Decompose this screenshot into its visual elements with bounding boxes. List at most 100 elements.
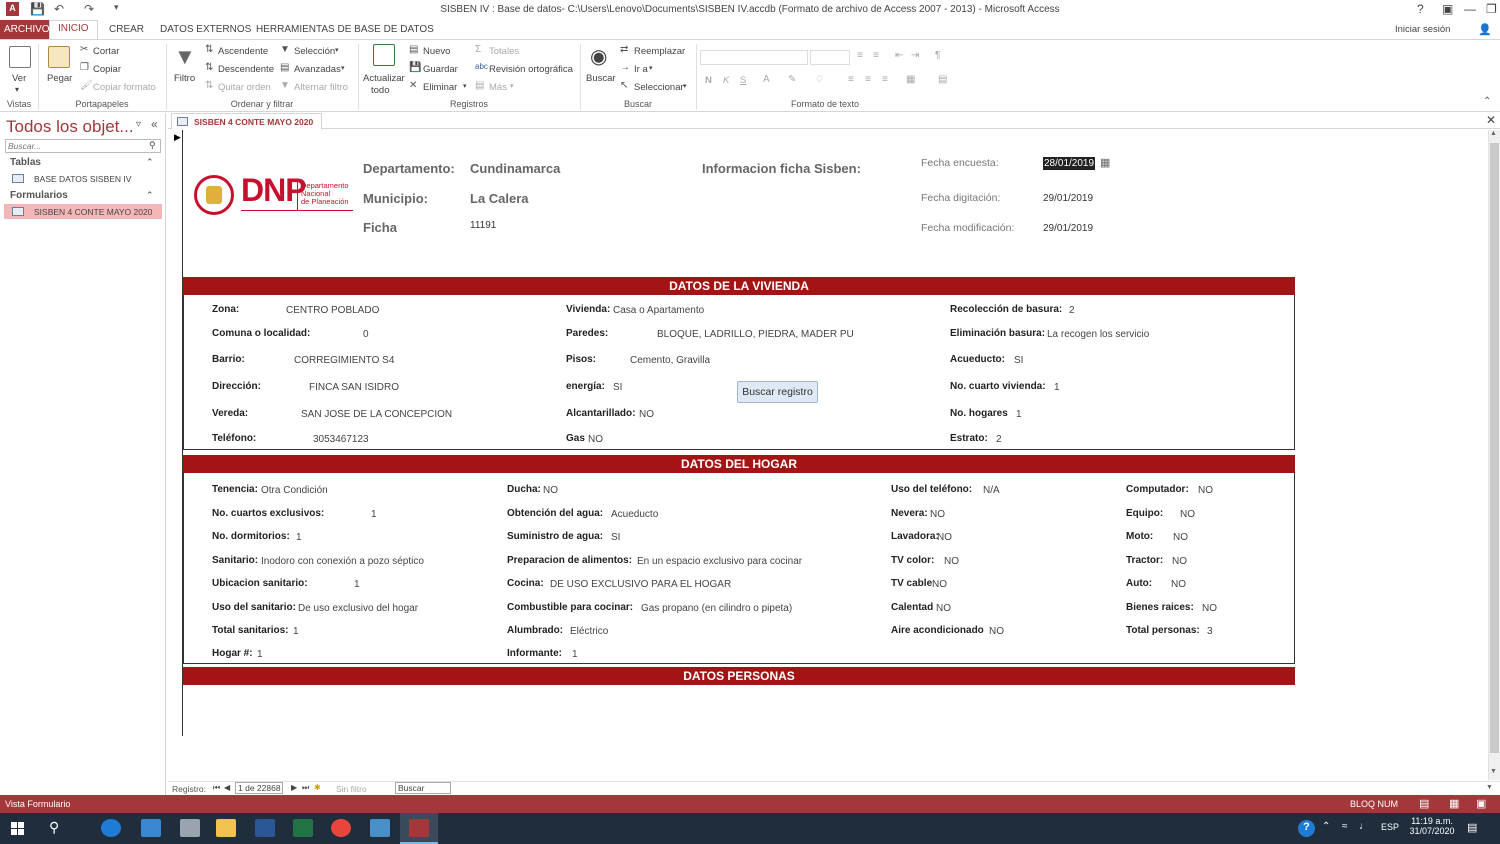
ducha-value[interactable]: NO <box>543 485 558 496</box>
obtencion-del-agua-value[interactable]: Acueducto <box>611 509 658 520</box>
view-icon[interactable] <box>9 46 31 68</box>
align-center-icon[interactable]: ≡ <box>865 74 871 85</box>
nav-item-form[interactable]: SISBEN 4 CONTE MAYO 2020 <box>4 204 162 219</box>
sanitario-value[interactable]: Inodoro con conexión a pozo séptico <box>261 556 424 567</box>
uso-del-sanitario-value[interactable]: De uso exclusivo del hogar <box>298 603 418 614</box>
find-icon[interactable]: ◉ <box>590 44 607 69</box>
chrome-icon[interactable] <box>331 819 351 837</box>
decrease-indent-icon[interactable]: ⇤ <box>895 50 903 61</box>
estrato-value[interactable]: 2 <box>996 434 1002 445</box>
collapse-tables-icon[interactable]: ⌃ <box>146 157 154 168</box>
cocina-value[interactable]: DE USO EXCLUSIVO PARA EL HOGAR <box>550 579 731 590</box>
new-record-nav-icon[interactable]: ✱ <box>314 783 321 792</box>
comuna-o-localidad-value[interactable]: 0 <box>363 329 369 340</box>
font-color-icon[interactable]: A <box>763 74 770 85</box>
barrio-value[interactable]: CORREGIMIENTO S4 <box>294 355 394 366</box>
nav-item-table[interactable]: BASE DATOS SISBEN IV <box>4 171 162 186</box>
format-painter-button[interactable]: Copiar formato <box>93 82 156 93</box>
selection-button[interactable]: Selección <box>294 46 335 57</box>
file-explorer-icon[interactable] <box>216 819 236 837</box>
select-dropdown-icon[interactable]: ▾ <box>683 82 687 90</box>
calendar-icon[interactable]: ▦ <box>1100 156 1110 169</box>
record-selector-icon[interactable]: ▶ <box>174 132 181 143</box>
scroll-thumb[interactable] <box>1490 143 1499 753</box>
copy-button[interactable]: Copiar <box>93 64 121 75</box>
eliminacion-basura-value[interactable]: La recogen los servicio <box>1047 329 1149 340</box>
bold-button[interactable]: N <box>705 75 712 86</box>
tv-cable-value[interactable]: NO <box>932 579 947 590</box>
paste-button[interactable]: Pegar <box>47 73 72 84</box>
acueducto-value[interactable]: SI <box>1014 355 1023 366</box>
aire-acondicionado-value[interactable]: NO <box>989 626 1004 637</box>
ribbon-options-icon[interactable]: ▣ <box>1442 2 1453 16</box>
total-sanitarios-value[interactable]: 1 <box>293 626 299 637</box>
hogar-value[interactable]: 1 <box>257 649 263 660</box>
gridlines-icon[interactable]: ▦ <box>906 74 915 85</box>
fecha-digitacion-value[interactable]: 29/01/2019 <box>1043 193 1093 204</box>
access-taskbar-button[interactable] <box>400 813 438 844</box>
energia-value[interactable]: SI <box>613 382 622 393</box>
collapse-ribbon-icon[interactable]: ⌃ <box>1483 96 1491 107</box>
direccion-value[interactable]: FINCA SAN ISIDRO <box>309 382 399 393</box>
search-taskbar-icon[interactable]: ⚲ <box>49 819 59 836</box>
new-record-button[interactable]: Nuevo <box>423 46 450 57</box>
clock[interactable]: 11:19 a.m. 31/07/2020 <box>1409 816 1455 836</box>
uso-del-telefono-value[interactable]: N/A <box>983 485 1000 496</box>
municipio-value[interactable]: La Calera <box>470 191 529 206</box>
tab-file[interactable]: ARCHIVO <box>0 20 54 39</box>
advanced-button[interactable]: Avanzadas <box>294 64 341 75</box>
scroll-down-icon-2[interactable]: ▼ <box>1486 784 1493 791</box>
goto-dropdown-icon[interactable]: ▾ <box>649 64 653 72</box>
record-search-input[interactable]: Buscar <box>395 782 451 794</box>
notifications-icon[interactable]: ▤ <box>1467 821 1477 834</box>
total-personas-value[interactable]: 3 <box>1207 626 1213 637</box>
app-icon[interactable] <box>370 819 390 837</box>
remove-sort-button[interactable]: Quitar orden <box>218 82 271 93</box>
buscar-registro-button[interactable]: Buscar registro <box>737 381 818 403</box>
edge-icon[interactable] <box>101 819 121 837</box>
replace-button[interactable]: Reemplazar <box>634 46 685 57</box>
nav-menu-icon[interactable]: ▿ <box>136 119 141 130</box>
align-left-icon[interactable]: ≡ <box>848 74 854 85</box>
wifi-icon[interactable]: ≈ <box>1342 821 1348 832</box>
underline-button[interactable]: S <box>740 75 746 86</box>
advanced-dropdown-icon[interactable]: ▾ <box>341 64 345 72</box>
nav-section-forms[interactable]: Formularios <box>10 190 68 201</box>
delete-button[interactable]: Eliminar <box>423 82 457 93</box>
nav-search-input[interactable] <box>6 140 141 152</box>
find-button[interactable]: Buscar <box>586 73 616 84</box>
minimize-icon[interactable]: — <box>1464 2 1476 16</box>
font-name-select[interactable] <box>700 50 808 65</box>
no-cuartos-exclusivos-value[interactable]: 1 <box>371 509 377 520</box>
auto-value[interactable]: NO <box>1171 579 1186 590</box>
moto-value[interactable]: NO <box>1173 532 1188 543</box>
tab-database-tools[interactable]: HERRAMIENTAS DE BASE DE DATOS <box>248 22 442 37</box>
view-button[interactable]: Ver <box>12 73 26 84</box>
tray-expand-icon[interactable]: ⌃ <box>1322 821 1330 832</box>
more-button[interactable]: Más <box>489 82 507 93</box>
numbering-icon[interactable]: ≡ <box>873 50 879 61</box>
telefono-value[interactable]: 3053467123 <box>313 434 369 445</box>
nav-search-box[interactable]: ⚲ <box>5 139 161 153</box>
sort-descending-button[interactable]: Descendente <box>218 64 274 75</box>
combustible-para-cocinar-value[interactable]: Gas propano (en cilindro o pipeta) <box>641 603 792 614</box>
font-size-select[interactable] <box>810 50 850 65</box>
vertical-scrollbar[interactable]: ▲ ▼ <box>1488 130 1500 780</box>
sort-ascending-button[interactable]: Ascendente <box>218 46 268 57</box>
preparacion-de-alimentos-value[interactable]: En un espacio exclusivo para cocinar <box>637 556 802 567</box>
sign-in-link[interactable]: Iniciar sesión <box>1395 24 1450 35</box>
italic-button[interactable]: K <box>723 75 729 86</box>
last-record-icon[interactable]: ⏭ <box>302 783 309 793</box>
alumbrado-value[interactable]: Eléctrico <box>570 626 608 637</box>
close-document-icon[interactable]: ✕ <box>1486 113 1496 127</box>
no-dormitorios-value[interactable]: 1 <box>296 532 302 543</box>
suministro-de-agua-value[interactable]: SI <box>611 532 620 543</box>
filter-button[interactable]: Filtro <box>174 73 195 84</box>
nav-section-tables[interactable]: Tablas <box>10 157 41 168</box>
refresh-all-button-line2[interactable]: todo <box>371 85 390 96</box>
tenencia-value[interactable]: Otra Condición <box>261 485 328 496</box>
recoleccion-de-basura-value[interactable]: 2 <box>1069 305 1075 316</box>
bienes-raices-value[interactable]: NO <box>1202 603 1217 614</box>
tv-color-value[interactable]: NO <box>944 556 959 567</box>
informante-value[interactable]: 1 <box>572 649 578 660</box>
